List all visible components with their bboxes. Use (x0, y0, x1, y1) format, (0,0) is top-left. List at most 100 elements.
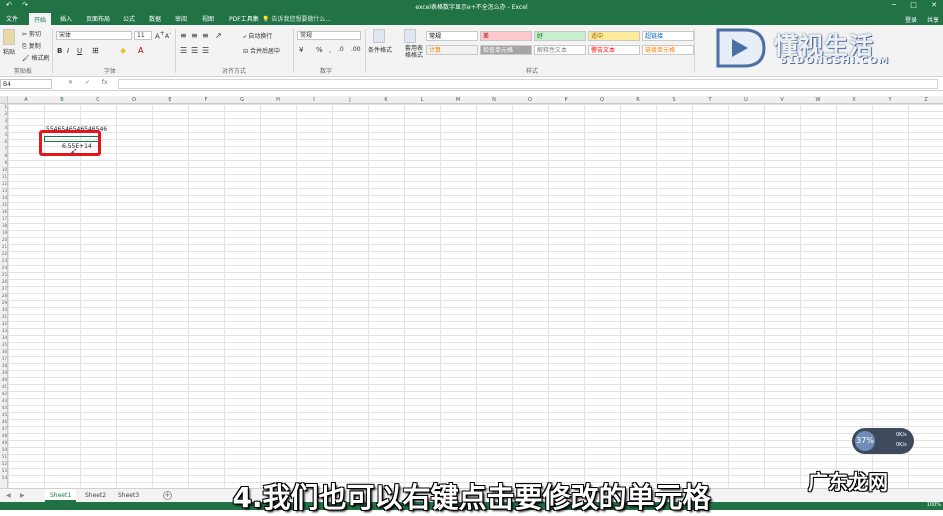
cell-style-1[interactable]: 差 (480, 31, 532, 41)
column-header-n[interactable]: N (476, 97, 512, 103)
minimize-icon[interactable]: ─ (892, 1, 896, 9)
row-header-48[interactable]: 48 (0, 433, 8, 438)
column-header-i[interactable]: I (296, 97, 332, 103)
underline-button[interactable]: U (77, 47, 82, 55)
tab-data[interactable]: 数据 (149, 14, 161, 23)
row-header-52[interactable]: 52 (0, 461, 8, 466)
column-header-g[interactable]: G (224, 97, 260, 103)
cell-style-0[interactable]: 常规 (426, 31, 478, 41)
row-header-33[interactable]: 33 (0, 328, 8, 333)
row-header-51[interactable]: 51 (0, 454, 8, 459)
column-header-l[interactable]: L (404, 97, 440, 103)
column-header-u[interactable]: U (728, 97, 764, 103)
column-header-d[interactable]: D (116, 97, 152, 103)
column-header-c[interactable]: C (80, 97, 116, 103)
row-header-5[interactable]: 5 (0, 132, 8, 137)
cell-style-9[interactable]: 链接单元格 (642, 45, 694, 55)
cancel-icon[interactable]: ✕ (68, 79, 73, 86)
tab-page-layout[interactable]: 页面布局 (86, 14, 110, 23)
align-bottom-icon[interactable]: ≡ (202, 31, 209, 40)
increase-decimal-icon[interactable]: .0 (338, 46, 344, 53)
row-header-40[interactable]: 40 (0, 377, 8, 382)
column-header-r[interactable]: R (620, 97, 656, 103)
row-header-39[interactable]: 39 (0, 370, 8, 375)
conditional-format-icon[interactable] (373, 29, 385, 43)
column-header-a[interactable]: A (8, 97, 44, 103)
align-middle-icon[interactable]: ≡ (191, 31, 198, 40)
row-header-38[interactable]: 38 (0, 363, 8, 368)
row-header-13[interactable]: 13 (0, 188, 8, 193)
signin-link[interactable]: 登录 (905, 15, 917, 24)
row-header-17[interactable]: 17 (0, 216, 8, 221)
cell-style-6[interactable]: 检查单元格 (480, 45, 532, 55)
row-header-46[interactable]: 46 (0, 419, 8, 424)
percent-icon[interactable]: % (316, 46, 323, 54)
row-header-21[interactable]: 21 (0, 244, 8, 249)
bold-button[interactable]: B (57, 47, 62, 55)
network-speed-widget[interactable]: 37% 0K/s 0K/s (852, 428, 914, 454)
row-header-14[interactable]: 14 (0, 195, 8, 200)
row-header-22[interactable]: 22 (0, 251, 8, 256)
insert-function-icon[interactable]: fx (102, 79, 108, 86)
format-painter-button[interactable]: 🖌 格式刷 (22, 53, 50, 62)
row-header-50[interactable]: 50 (0, 447, 8, 452)
row-header-24[interactable]: 24 (0, 265, 8, 270)
row-header-26[interactable]: 26 (0, 279, 8, 284)
merge-center-button[interactable]: ⊟ 合并后居中 (243, 46, 280, 55)
number-format-select[interactable]: 常规 (297, 31, 361, 40)
font-color-icon[interactable]: A (138, 46, 143, 55)
row-header-25[interactable]: 25 (0, 272, 8, 277)
increase-font-icon[interactable]: A+ (155, 31, 165, 40)
align-center-icon[interactable]: ☰ (191, 46, 198, 55)
column-header-q[interactable]: Q (584, 97, 620, 103)
row-header-30[interactable]: 30 (0, 307, 8, 312)
column-header-o[interactable]: O (512, 97, 548, 103)
row-header-42[interactable]: 42 (0, 391, 8, 396)
column-header-f[interactable]: F (188, 97, 224, 103)
font-size-select[interactable]: 11 (134, 31, 152, 40)
row-header-29[interactable]: 29 (0, 300, 8, 305)
comma-icon[interactable]: , (329, 46, 331, 54)
decrease-font-icon[interactable]: A- (165, 31, 171, 40)
row-header-12[interactable]: 12 (0, 181, 8, 186)
row-header-1[interactable]: 1 (0, 104, 8, 109)
wrap-text-button[interactable]: ⤶ 自动换行 (243, 31, 272, 41)
column-header-w[interactable]: W (800, 97, 836, 103)
row-header-49[interactable]: 49 (0, 440, 8, 445)
cell-style-5[interactable]: 计算 (426, 45, 478, 55)
tab-review[interactable]: 审阅 (175, 14, 187, 23)
row-header-31[interactable]: 31 (0, 314, 8, 319)
italic-button[interactable]: I (67, 47, 69, 55)
row-header-32[interactable]: 32 (0, 321, 8, 326)
row-header-37[interactable]: 37 (0, 356, 8, 361)
row-header-34[interactable]: 34 (0, 335, 8, 340)
decrease-decimal-icon[interactable]: .00 (351, 46, 361, 53)
row-header-2[interactable]: 2 (0, 111, 8, 116)
font-name-select[interactable]: 宋体 (56, 31, 132, 40)
copy-button[interactable]: ⎘ 复制 (22, 41, 41, 51)
column-header-x[interactable]: X (836, 97, 872, 103)
tab-file[interactable]: 文件 (6, 14, 18, 23)
paste-icon[interactable] (3, 29, 15, 45)
row-header-36[interactable]: 36 (0, 349, 8, 354)
enter-icon[interactable]: ✓ (85, 79, 90, 86)
tab-home[interactable]: 开始 (29, 13, 52, 25)
column-header-y[interactable]: Y (872, 97, 908, 103)
cut-button[interactable]: ✂ 剪切 (22, 29, 41, 38)
column-header-e[interactable]: E (152, 97, 188, 103)
close-icon[interactable]: ✕ (931, 1, 937, 9)
row-header-4[interactable]: 4 (0, 125, 8, 130)
column-header-b[interactable]: B (44, 97, 80, 103)
accounting-icon[interactable]: ¥ (299, 46, 303, 54)
tab-pdf-tools[interactable]: PDF工具集 (229, 14, 259, 23)
row-header-45[interactable]: 45 (0, 412, 8, 417)
row-header-47[interactable]: 47 (0, 426, 8, 431)
column-header-j[interactable]: J (332, 97, 368, 103)
formula-input[interactable] (118, 79, 938, 89)
share-button[interactable]: 共享 (927, 15, 939, 24)
row-header-11[interactable]: 11 (0, 174, 8, 179)
cell-style-3[interactable]: 适中 (588, 31, 640, 41)
tab-formulas[interactable]: 公式 (123, 14, 135, 23)
row-header-41[interactable]: 41 (0, 384, 8, 389)
row-header-9[interactable]: 9 (0, 160, 8, 165)
